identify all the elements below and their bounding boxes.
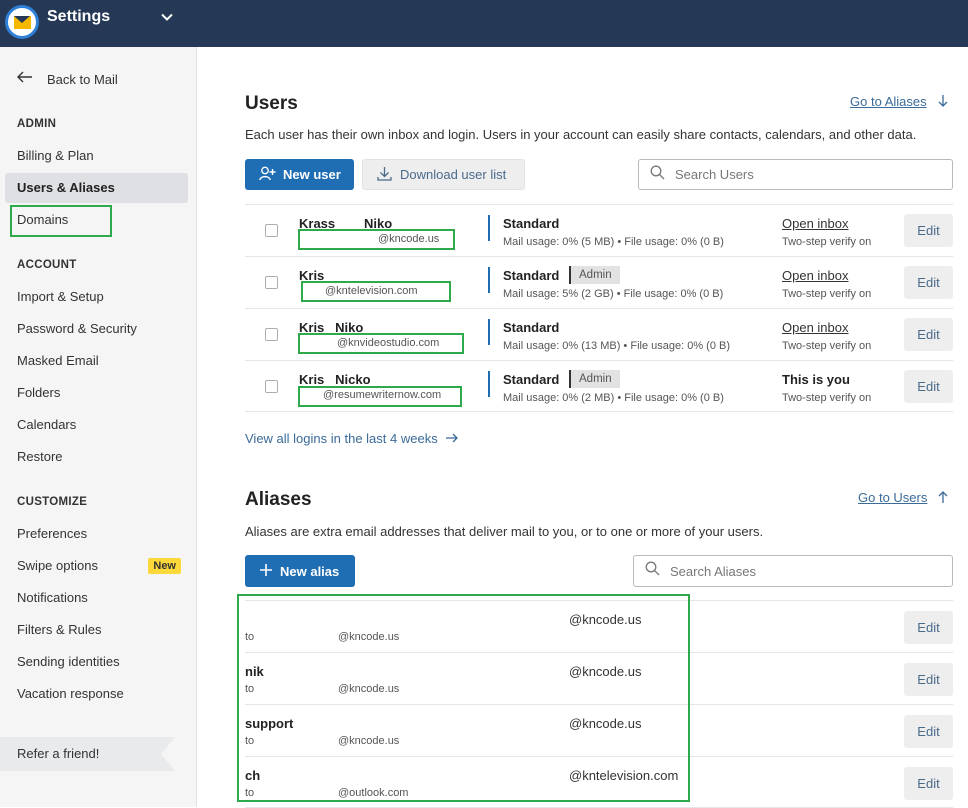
two-step-status: Two-step verify on bbox=[782, 288, 872, 300]
user-select-checkbox[interactable] bbox=[265, 380, 278, 393]
user-plan: Standard bbox=[503, 320, 560, 335]
sidebar-item-vacation-response[interactable]: Vacation response bbox=[5, 679, 188, 709]
sidebar-item-folders[interactable]: Folders bbox=[5, 378, 188, 408]
swipe-options-label: Swipe options bbox=[17, 558, 98, 573]
edit-alias-button[interactable]: Edit bbox=[904, 663, 953, 696]
user-plan: Standard bbox=[503, 268, 560, 283]
aliases-heading: Aliases bbox=[245, 489, 312, 510]
chevron-down-icon[interactable] bbox=[160, 10, 174, 29]
new-alias-button[interactable]: New alias bbox=[245, 555, 355, 587]
user-usage: Mail usage: 0% (2 MB) • File usage: 0% (… bbox=[503, 392, 724, 404]
new-user-label: New user bbox=[283, 167, 341, 182]
edit-user-button[interactable]: Edit bbox=[904, 370, 953, 403]
this-is-you-label: This is you bbox=[782, 372, 850, 387]
user-select-checkbox[interactable] bbox=[265, 328, 278, 341]
sidebar-item-billing[interactable]: Billing & Plan bbox=[5, 141, 188, 171]
search-icon bbox=[650, 165, 665, 185]
two-step-status: Two-step verify on bbox=[782, 340, 872, 352]
user-usage: Mail usage: 0% (5 MB) • File usage: 0% (… bbox=[503, 236, 724, 248]
download-user-list-button[interactable]: Download user list bbox=[362, 159, 525, 190]
edit-user-button[interactable]: Edit bbox=[904, 214, 953, 247]
sidebar-item-restore[interactable]: Restore bbox=[5, 442, 188, 472]
aliases-description: Aliases are extra email addresses that d… bbox=[245, 524, 764, 539]
add-user-icon bbox=[259, 166, 276, 184]
admin-badge: Admin bbox=[569, 266, 620, 284]
row-divider bbox=[488, 267, 490, 293]
highlight-box-domains bbox=[10, 205, 112, 237]
view-logins-link[interactable]: View all logins in the last 4 weeks bbox=[245, 431, 459, 446]
plus-icon bbox=[259, 563, 273, 580]
view-logins-label: View all logins in the last 4 weeks bbox=[245, 431, 438, 446]
new-badge: New bbox=[148, 558, 181, 574]
search-users-field[interactable] bbox=[638, 159, 953, 190]
highlight-box-email bbox=[298, 386, 462, 407]
highlight-box-aliases bbox=[237, 594, 690, 802]
search-aliases-field[interactable] bbox=[633, 555, 953, 587]
user-select-checkbox[interactable] bbox=[265, 276, 278, 289]
open-inbox-link[interactable]: Open inbox bbox=[782, 320, 849, 335]
go-to-aliases-link[interactable]: Go to Aliases bbox=[850, 94, 927, 109]
two-step-status: Two-step verify on bbox=[782, 392, 872, 404]
user-select-checkbox[interactable] bbox=[265, 224, 278, 237]
search-users-input[interactable] bbox=[675, 167, 915, 182]
search-icon bbox=[645, 561, 660, 581]
fastmail-logo-icon[interactable] bbox=[5, 5, 39, 39]
search-aliases-input[interactable] bbox=[670, 563, 910, 579]
two-step-status: Two-step verify on bbox=[782, 236, 872, 248]
user-usage: Mail usage: 5% (2 GB) • File usage: 0% (… bbox=[503, 288, 724, 300]
back-to-mail-label: Back to Mail bbox=[47, 71, 118, 87]
highlight-box-email bbox=[298, 333, 464, 354]
row-divider bbox=[488, 215, 490, 241]
go-to-users-link[interactable]: Go to Users bbox=[858, 490, 927, 505]
user-name: Kris Nicko bbox=[299, 372, 371, 387]
admin-section-heading: ADMIN bbox=[17, 118, 57, 130]
new-user-button[interactable]: New user bbox=[245, 159, 354, 190]
users-description: Each user has their own inbox and login.… bbox=[245, 127, 917, 142]
sidebar-item-import-setup[interactable]: Import & Setup bbox=[5, 282, 188, 312]
users-heading: Users bbox=[245, 93, 298, 114]
arrow-right-icon bbox=[445, 431, 459, 446]
arrow-down-icon[interactable] bbox=[938, 94, 948, 111]
sidebar-item-sending-identities[interactable]: Sending identities bbox=[5, 647, 188, 677]
back-to-mail-link[interactable]: Back to Mail bbox=[17, 70, 118, 88]
edit-alias-button[interactable]: Edit bbox=[904, 715, 953, 748]
sidebar-item-notifications[interactable]: Notifications bbox=[5, 583, 188, 613]
user-usage: Mail usage: 0% (13 MB) • File usage: 0% … bbox=[503, 340, 730, 352]
sidebar-item-password-security[interactable]: Password & Security bbox=[5, 314, 188, 344]
sidebar-item-swipe-options[interactable]: Swipe options New bbox=[5, 551, 188, 581]
sidebar-item-users-aliases[interactable]: Users & Aliases bbox=[5, 173, 188, 203]
sidebar-item-masked-email[interactable]: Masked Email bbox=[5, 346, 188, 376]
highlight-box-email bbox=[301, 281, 451, 302]
customize-section-heading: CUSTOMIZE bbox=[17, 496, 88, 508]
edit-alias-button[interactable]: Edit bbox=[904, 611, 953, 644]
new-alias-label: New alias bbox=[280, 563, 340, 579]
arrow-left-icon bbox=[17, 70, 33, 88]
edit-alias-button[interactable]: Edit bbox=[904, 767, 953, 800]
sidebar-item-calendars[interactable]: Calendars bbox=[5, 410, 188, 440]
open-inbox-link[interactable]: Open inbox bbox=[782, 216, 849, 231]
download-user-list-label: Download user list bbox=[400, 167, 507, 182]
row-divider bbox=[488, 319, 490, 345]
refer-a-friend-banner[interactable]: Refer a friend! bbox=[0, 737, 175, 771]
row-divider bbox=[488, 371, 490, 397]
sidebar: Back to Mail ADMIN Billing & Plan Users … bbox=[0, 47, 197, 807]
top-bar: Settings bbox=[0, 0, 968, 47]
user-plan: Standard bbox=[503, 216, 560, 231]
edit-user-button[interactable]: Edit bbox=[904, 318, 953, 351]
download-icon bbox=[377, 166, 392, 184]
refer-a-friend-label: Refer a friend! bbox=[17, 746, 100, 761]
admin-badge: Admin bbox=[569, 370, 620, 388]
arrow-up-icon[interactable] bbox=[938, 490, 948, 507]
account-section-heading: ACCOUNT bbox=[17, 259, 77, 271]
highlight-box-email bbox=[298, 229, 455, 250]
user-plan: Standard bbox=[503, 372, 560, 387]
app-title: Settings bbox=[47, 8, 111, 25]
open-inbox-link[interactable]: Open inbox bbox=[782, 268, 849, 283]
sidebar-item-preferences[interactable]: Preferences bbox=[5, 519, 188, 549]
edit-user-button[interactable]: Edit bbox=[904, 266, 953, 299]
sidebar-item-filters-rules[interactable]: Filters & Rules bbox=[5, 615, 188, 645]
